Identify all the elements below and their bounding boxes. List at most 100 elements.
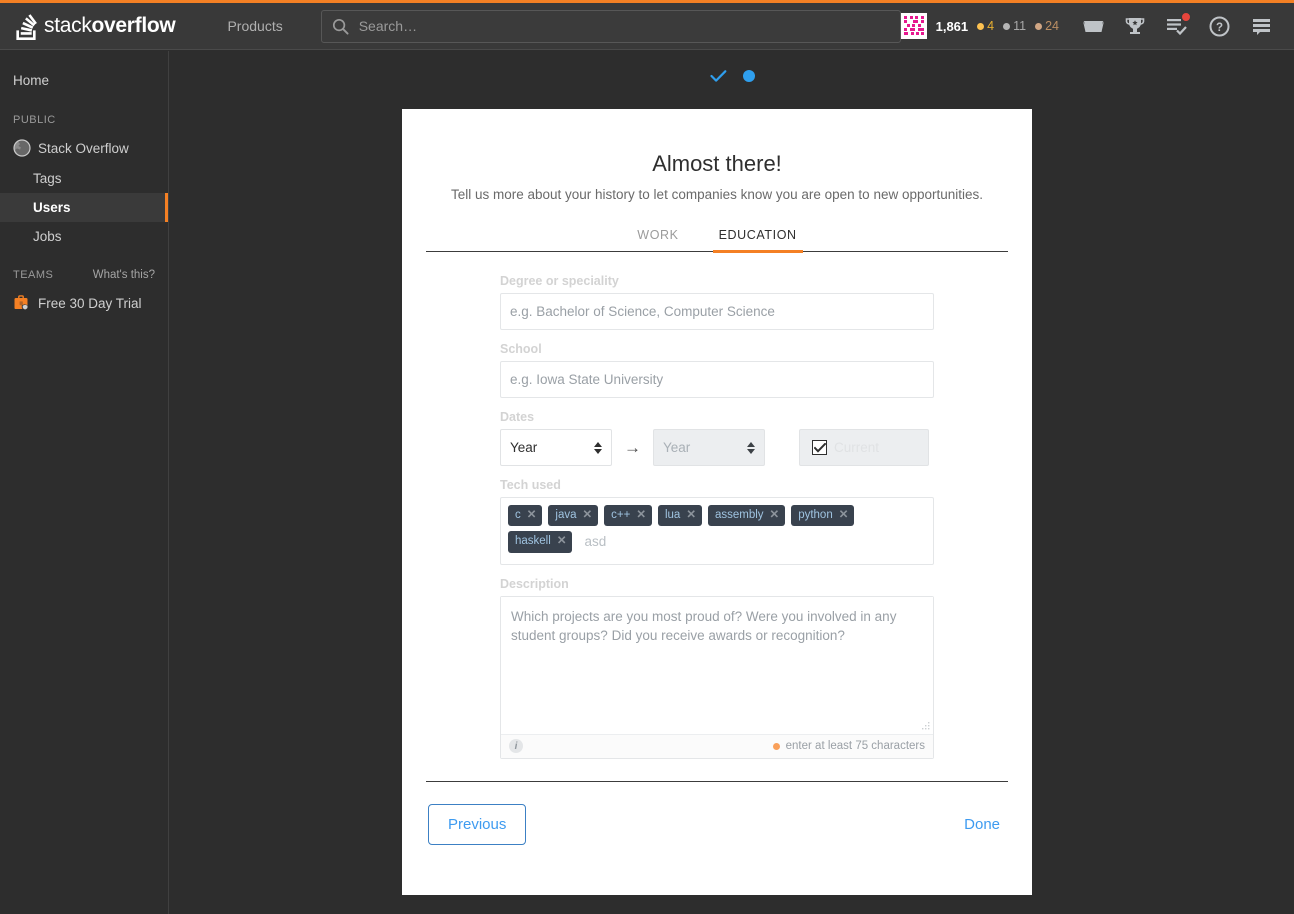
modal-tabs: WORK EDUCATION xyxy=(426,228,1008,253)
checkmark-icon xyxy=(813,442,826,453)
tab-work[interactable]: WORK xyxy=(631,228,684,251)
header-right-cluster: 1,861 4 11 24 ? xyxy=(900,3,1282,50)
search-box[interactable] xyxy=(320,9,901,43)
top-navbar: stackoverflow Products Search… 1,861 4 1… xyxy=(0,3,1294,50)
tag-item[interactable]: c ✕ xyxy=(508,505,543,527)
current-label: Current xyxy=(834,440,880,455)
sidebar-item-label: Stack Overflow xyxy=(38,140,129,156)
field-tech-used: Tech used c ✕ java ✕ c++ ✕ lua ✕ assembl… xyxy=(500,478,934,565)
tag-item[interactable]: java ✕ xyxy=(548,505,599,527)
inbox-button[interactable] xyxy=(1081,14,1105,38)
modal-footer: Previous Done xyxy=(402,782,1032,845)
description-wrapper: i enter at least 75 characters xyxy=(500,595,934,759)
dates-row: Year → Year Current xyxy=(500,429,934,466)
sidebar-item-label: Tags xyxy=(33,171,62,186)
onboarding-modal: Almost there! Tell us more about your hi… xyxy=(402,109,1032,895)
bronze-badge-icon xyxy=(1035,22,1043,30)
silver-badge-icon xyxy=(1003,22,1011,30)
current-checkbox-wrapper[interactable]: Current xyxy=(799,429,929,466)
description-hint-text: enter at least 75 characters xyxy=(785,740,925,753)
products-link[interactable]: Products xyxy=(217,10,292,42)
sidebar-item-jobs[interactable]: Jobs xyxy=(0,222,168,251)
description-hint: enter at least 75 characters xyxy=(772,740,925,753)
description-footer: i enter at least 75 characters xyxy=(501,733,933,758)
review-queue-button[interactable] xyxy=(1165,12,1191,38)
step-complete-check-icon xyxy=(709,70,726,82)
degree-input[interactable] xyxy=(500,293,934,330)
inbox-icon xyxy=(1082,20,1104,32)
tag-label: lua xyxy=(664,509,681,521)
gold-badge-icon xyxy=(977,22,985,30)
tag-item[interactable]: c++ ✕ xyxy=(604,505,652,527)
sidebar-section-teams: TEAMS What's this? xyxy=(0,251,168,287)
left-sidebar: Home PUBLIC Stack Overflow Tags Users Jo… xyxy=(0,51,169,914)
tag-item[interactable]: python ✕ xyxy=(791,505,855,527)
help-icon: ? xyxy=(1209,16,1229,36)
sidebar-item-label: Jobs xyxy=(33,229,62,244)
tech-used-label: Tech used xyxy=(500,478,561,492)
previous-button[interactable]: Previous xyxy=(428,803,527,845)
tag-item[interactable]: assembly ✕ xyxy=(707,505,786,527)
tech-used-typed-text[interactable]: asd xyxy=(584,533,606,552)
done-button[interactable]: Done xyxy=(958,815,1006,834)
description-textarea[interactable] xyxy=(501,596,933,734)
achievements-button[interactable] xyxy=(1123,14,1147,38)
tag-remove-icon[interactable]: ✕ xyxy=(583,508,593,522)
tag-remove-icon[interactable]: ✕ xyxy=(527,508,537,522)
tag-item[interactable]: lua ✕ xyxy=(657,505,702,527)
help-button[interactable]: ? xyxy=(1207,14,1231,38)
date-range-arrow-icon: → xyxy=(624,437,641,457)
reputation-count: 1,861 xyxy=(935,18,969,34)
bronze-badge: 24 xyxy=(1035,19,1059,33)
tag-label: haskell xyxy=(515,535,551,548)
tag-remove-icon[interactable]: ✕ xyxy=(839,508,849,522)
globe-icon xyxy=(13,139,31,157)
user-avatar[interactable] xyxy=(900,13,927,39)
chevron-updown-icon xyxy=(747,441,755,454)
sidebar-item-stack-overflow[interactable]: Stack Overflow xyxy=(0,132,168,164)
gold-badge: 4 xyxy=(977,19,994,33)
education-form: Degree or speciality School Dates Year xyxy=(426,252,1008,759)
start-year-select[interactable]: Year xyxy=(500,429,612,466)
current-checkbox[interactable] xyxy=(812,440,827,455)
resize-grip-icon[interactable] xyxy=(922,721,930,730)
end-year-select[interactable]: Year xyxy=(653,429,765,466)
stack-overflow-logo[interactable]: stackoverflow xyxy=(12,3,176,50)
tag-remove-icon[interactable]: ✕ xyxy=(557,534,567,548)
site-switcher-button[interactable] xyxy=(1249,14,1273,38)
tag-remove-icon[interactable]: ✕ xyxy=(770,508,780,522)
teams-whats-this-link[interactable]: What's this? xyxy=(93,269,155,281)
tag-label: assembly xyxy=(714,509,764,521)
school-input[interactable] xyxy=(500,361,934,398)
chevron-updown-icon xyxy=(594,441,602,454)
briefcase-shield-icon xyxy=(14,295,28,311)
search-input[interactable] xyxy=(356,17,890,35)
stack-overflow-logo-icon xyxy=(16,14,37,40)
tag-remove-icon[interactable]: ✕ xyxy=(686,508,696,522)
degree-label: Degree or speciality xyxy=(500,274,619,288)
tag-label: c xyxy=(515,509,521,521)
tech-used-tag-input[interactable]: c ✕ java ✕ c++ ✕ lua ✕ assembly ✕ python… xyxy=(500,497,934,565)
school-label: School xyxy=(500,342,542,356)
sidebar-item-tags[interactable]: Tags xyxy=(0,164,168,193)
sidebar-item-free-trial[interactable]: Free 30 Day Trial xyxy=(0,287,168,319)
modal-title: Almost there! xyxy=(652,151,782,176)
site-switcher-icon xyxy=(1252,19,1270,35)
logo-wordmark: stackoverflow xyxy=(44,14,176,37)
tag-item[interactable]: haskell ✕ xyxy=(508,531,573,553)
sidebar-item-label: Users xyxy=(33,200,71,215)
tag-label: python xyxy=(798,509,833,521)
review-notification-badge xyxy=(1181,12,1191,22)
step-current-dot-icon xyxy=(742,70,755,82)
wizard-progress xyxy=(170,69,1294,83)
sidebar-item-users[interactable]: Users xyxy=(0,193,168,222)
sidebar-item-home[interactable]: Home xyxy=(0,65,168,96)
avatar-identicon-icon xyxy=(900,13,927,39)
sidebar-section-public: PUBLIC xyxy=(13,114,56,126)
tab-education[interactable]: EDUCATION xyxy=(712,228,803,253)
tag-remove-icon[interactable]: ✕ xyxy=(636,508,646,522)
info-icon[interactable]: i xyxy=(509,739,523,754)
field-description: Description i xyxy=(500,577,934,759)
search-icon xyxy=(332,18,349,35)
main-content: Almost there! Tell us more about your hi… xyxy=(170,51,1294,914)
